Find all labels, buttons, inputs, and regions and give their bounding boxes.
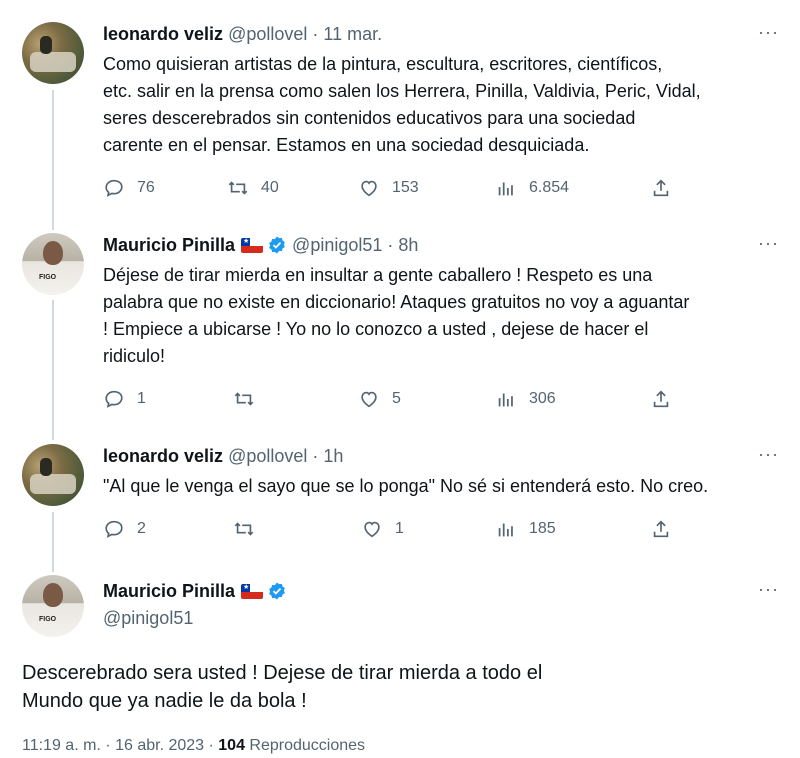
tweet-3-header: leonardo veliz @pollovel · 1h (103, 444, 343, 468)
avatar-mauricio-pinilla-main[interactable] (22, 575, 84, 637)
tweet-time[interactable]: 8h (398, 235, 418, 255)
like-count: 1 (395, 520, 404, 537)
views-label: Reproducciones (249, 737, 366, 754)
share-icon (653, 520, 669, 538)
views-count: 6.854 (529, 179, 570, 196)
tweet-1-header: leonardo veliz @pollovel · 11 mar. (103, 22, 382, 46)
main-tweet-meta: 11:19 a. m. · 16 abr. 2023 · 104 Reprodu… (22, 737, 365, 755)
tweet-text-line: seres descerebrados sin contenidos educa… (103, 108, 636, 128)
reply-count: 2 (137, 520, 146, 537)
like-button[interactable]: 153 (358, 177, 419, 199)
chile-flag-icon: ★ (241, 238, 264, 253)
reply-button[interactable]: 76 (103, 177, 155, 199)
like-count: 153 (392, 179, 419, 196)
views-button[interactable]: 306 (495, 388, 556, 410)
reply-icon (105, 390, 123, 408)
tweet-time[interactable]: 1h (323, 446, 343, 466)
heart-icon (364, 521, 380, 538)
author-name[interactable]: leonardo veliz (103, 446, 223, 466)
views-count: 306 (529, 390, 556, 407)
tweet-2-text: Déjese de tirar mierda en insultar a gen… (103, 262, 783, 370)
tweet-text-line: Mundo que ya nadie le da bola ! (22, 690, 307, 712)
retweet-icon (228, 181, 248, 195)
verified-badge-icon (269, 236, 285, 254)
analytics-icon (498, 393, 513, 407)
more-options-icon[interactable]: ··· (758, 579, 779, 600)
heart-icon (361, 391, 377, 408)
retweet-button[interactable]: 40 (227, 177, 279, 199)
tweet-text-line: Como quisieran artistas de la pintura, e… (103, 54, 663, 74)
main-tweet-handle-row: @pinigol51 (103, 606, 193, 630)
more-options-icon[interactable]: ··· (758, 22, 779, 43)
share-icon (653, 179, 669, 197)
author-name[interactable]: leonardo veliz (103, 24, 223, 44)
chile-flag-icon: ★ (241, 584, 264, 599)
reply-count: 1 (137, 390, 146, 407)
more-options-icon[interactable]: ··· (758, 444, 779, 465)
separator-dot: · (312, 446, 319, 466)
author-name[interactable]: Mauricio Pinilla (103, 581, 235, 601)
main-tweet-text: Descerebrado sera usted ! Dejese de tira… (22, 659, 722, 715)
reply-button[interactable]: 2 (103, 518, 146, 540)
tweet-1-actions: 76 40 153 6.854 (103, 177, 683, 201)
more-options-icon[interactable]: ··· (758, 233, 779, 254)
separator-dot: · (312, 24, 319, 44)
reply-count: 76 (137, 179, 155, 196)
views-button[interactable]: 6.854 (495, 177, 569, 199)
thread-line-2 (52, 300, 54, 440)
share-icon (653, 390, 669, 408)
author-handle[interactable]: @pinigol51 (292, 235, 382, 255)
tweet-timestamp[interactable]: 11:19 a. m. · 16 abr. 2023 · (22, 737, 218, 754)
author-handle[interactable]: @pinigol51 (103, 608, 193, 628)
tweet-3-text: "Al que le venga el sayo que se lo ponga… (103, 473, 783, 500)
reply-icon (105, 179, 123, 197)
author-handle[interactable]: @pollovel (228, 24, 307, 44)
author-name[interactable]: Mauricio Pinilla (103, 235, 235, 255)
verified-badge-icon (269, 582, 285, 600)
views-button[interactable]: 185 (495, 518, 556, 540)
tweet-text-line: etc. salir en la prensa como salen los H… (103, 81, 701, 101)
views-total: 104 (218, 737, 245, 754)
avatar-leonardo-veliz[interactable] (22, 444, 84, 506)
author-handle[interactable]: @pollovel (228, 446, 307, 466)
share-button[interactable] (650, 177, 672, 199)
heart-icon (361, 180, 377, 197)
tweet-text-line: Déjese de tirar mierda en insultar a gen… (103, 265, 653, 285)
tweet-2-actions: 1 5 306 (103, 388, 683, 412)
retweet-count: 40 (261, 179, 279, 196)
avatar-mauricio-pinilla[interactable] (22, 233, 84, 295)
retweet-icon (234, 392, 254, 406)
tweet-text-line: palabra que no existe en diccionario! At… (103, 292, 690, 312)
tweet-2-header: Mauricio Pinilla ★ @pinigol51 · 8h (103, 233, 418, 257)
separator-dot: · (387, 235, 394, 255)
analytics-icon (498, 523, 513, 537)
avatar-leonardo-veliz[interactable] (22, 22, 84, 84)
tweet-text-line: Descerebrado sera usted ! Dejese de tira… (22, 662, 543, 684)
retweet-icon (234, 522, 254, 536)
reply-button[interactable]: 1 (103, 388, 146, 410)
like-button[interactable]: 1 (361, 518, 404, 540)
tweet-text-line: "Al que le venga el sayo que se lo ponga… (103, 476, 709, 496)
share-button[interactable] (650, 518, 672, 540)
share-button[interactable] (650, 388, 672, 410)
like-button[interactable]: 5 (358, 388, 401, 410)
tweet-1-text: Como quisieran artistas de la pintura, e… (103, 51, 783, 159)
thread-line-3 (52, 512, 54, 572)
tweet-text-line: ! Empiece a ubicarse ! Yo no lo conozco … (103, 319, 649, 339)
tweet-3-actions: 2 1 185 (103, 518, 683, 542)
retweet-button[interactable] (233, 518, 255, 540)
views-count: 185 (529, 520, 556, 537)
like-count: 5 (392, 390, 401, 407)
tweet-text-line: ridiculo! (103, 346, 166, 366)
tweet-time[interactable]: 11 mar. (323, 24, 382, 44)
main-tweet-name-row: Mauricio Pinilla ★ (103, 579, 287, 603)
retweet-button[interactable] (233, 388, 255, 410)
thread-line-1 (52, 90, 54, 230)
analytics-icon (498, 182, 513, 196)
tweet-text-line: carente en el pensar. Estamos en una soc… (103, 135, 590, 155)
reply-icon (105, 520, 123, 538)
